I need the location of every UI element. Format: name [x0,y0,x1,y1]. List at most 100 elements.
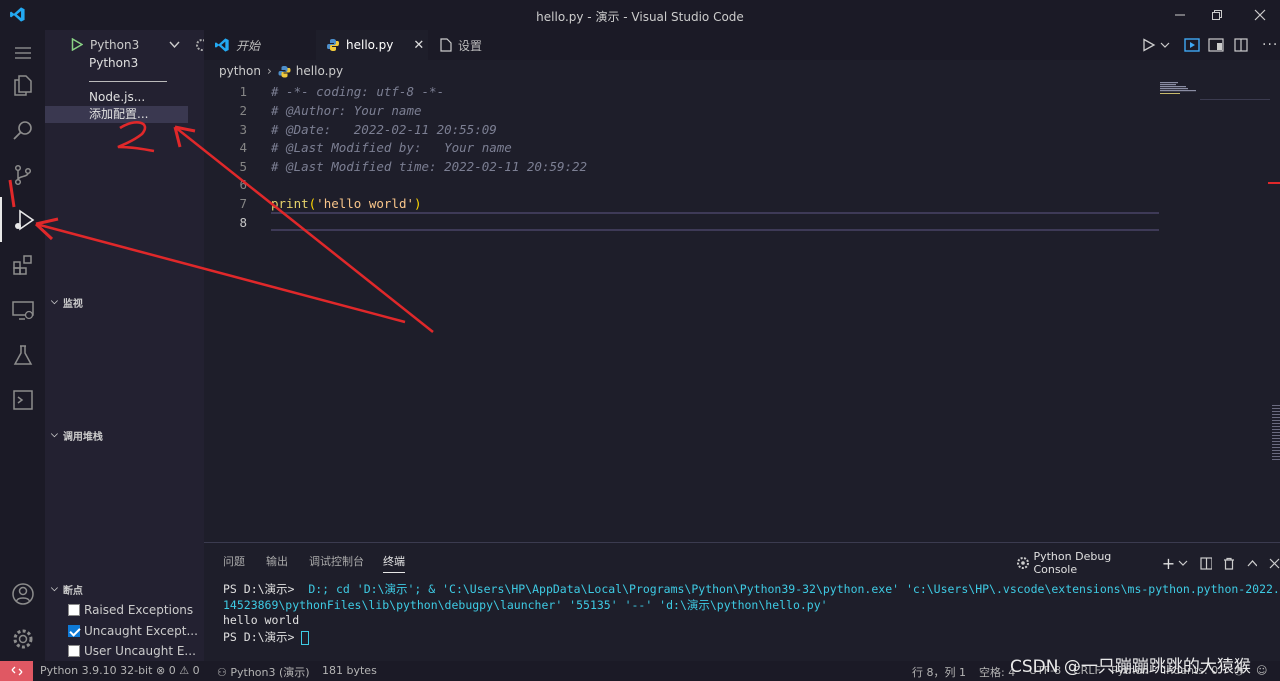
code-line: 5 # @Last Modified time: 2022-02-11 20:5… [204,157,1280,176]
line-number: 1 [239,84,247,99]
toggle-preview-icon[interactable] [1208,38,1224,52]
scrollbar-marker [1268,182,1280,184]
breadcrumb-file[interactable]: hello.py [296,64,343,78]
run-config-select[interactable]: Python3 [90,38,139,52]
tab-label: 开始 [236,38,261,53]
debug-sidebar: Python3 ⌵ 变量 ⌵ 监视 ⌵ 调用堆栈 ⌵ 断点 Raised Exc… [45,30,205,661]
run-config-dropdown: Python3 Node.js... 添加配置... [45,53,188,123]
line-number: 4 [239,140,247,155]
chevron-down-icon: ⌵ [51,430,58,440]
activity-bar [0,30,45,661]
split-editor-icon[interactable] [1234,38,1248,52]
error-count: 0 [168,664,176,677]
terminal-button[interactable] [0,377,45,422]
manage-button[interactable] [0,616,45,661]
call-stack-section-label: 调用堆栈 [62,431,103,443]
code-line: 2 # @Author: Your name [204,101,1280,120]
chevron-down-icon[interactable] [1178,558,1188,568]
close-icon[interactable] [1269,558,1280,569]
trash-icon[interactable] [1223,557,1235,570]
extensions-button[interactable] [0,242,45,287]
restore-button[interactable] [1197,0,1237,30]
vscode-icon [215,38,229,52]
breakpoint-checkbox[interactable] [68,604,80,616]
breadcrumb-folder[interactable]: python [219,64,261,78]
panel-tab-output[interactable]: 输出 [266,553,288,569]
terminal-line[interactable]: PS D:\演示> [223,629,310,645]
explorer-button[interactable] [0,62,45,107]
open-preview-icon[interactable] [1184,38,1200,52]
python-icon [278,65,291,77]
close-tab-icon[interactable]: ✕ [413,38,424,53]
tab-welcome[interactable]: 开始 [204,30,314,60]
account-icon [11,582,34,605]
panel-tab-problems[interactable]: 问题 [223,553,245,569]
cursor-position[interactable]: 行 8，列 1 [912,664,966,680]
line-text: # @Author: Your name [271,103,422,118]
chevron-right-icon: › [266,64,272,78]
search-button[interactable] [0,107,45,152]
more-actions-icon[interactable]: ··· [1262,37,1278,53]
terminal-icon [12,389,33,410]
debug-config-status[interactable]: ⚇ Python3 (演示) [217,664,310,680]
terminal-select[interactable]: Python Debug Console [1033,550,1153,576]
line-number: 8 [239,215,247,230]
breakpoint-uncaught-exceptions[interactable]: Uncaught Except... [68,621,204,641]
start-debugging-icon[interactable] [71,38,83,51]
debug-gear-icon [1017,557,1029,569]
source-control-icon [14,164,31,185]
code-line: 8 [204,213,1280,232]
watch-section-header[interactable]: ⌵ 监视 [45,291,204,313]
remote-explorer-button[interactable] [0,287,45,332]
chevron-down-icon: ⌵ [51,297,58,307]
debug-icon: ⚇ [217,666,227,679]
minimize-button[interactable] [1160,0,1200,30]
dropdown-separator [89,81,167,82]
python-interpreter[interactable]: Python 3.9.10 32-bit [40,664,152,677]
breakpoints-section-header[interactable]: ⌵ 断点 [45,578,204,600]
line-number: 3 [239,122,247,137]
feedback-icon[interactable]: ☺ [1256,664,1267,677]
problems-indicator[interactable]: ⊗ 0 ⚠ 0 [156,664,200,677]
chevron-up-icon[interactable] [1247,558,1258,569]
testing-button[interactable] [0,332,45,377]
minimap-slider[interactable] [1200,60,1270,100]
line-text: print('hello world') [271,194,422,213]
dropdown-item-add-configuration[interactable]: 添加配置... [45,106,188,123]
remote-icon [11,666,22,676]
panel-tab-terminal[interactable]: 终端 [383,553,405,573]
breakpoint-checkbox[interactable] [68,645,80,657]
tab-settings[interactable]: 设置 [430,30,540,60]
string-literal: 'hello world' [316,196,415,211]
split-terminal-icon[interactable] [1200,556,1213,570]
source-control-button[interactable] [0,152,45,197]
tab-hello-py[interactable]: hello.py ✕ [316,30,428,60]
call-stack-section-header[interactable]: ⌵ 调用堆栈 [45,424,204,446]
dropdown-item-python3[interactable]: Python3 [45,55,188,72]
terminal-line: PS D:\演示> D:; cd 'D:\演示'; & 'C:\Users\HP… [223,581,1280,597]
breakpoint-raised-exceptions[interactable]: Raised Exceptions [68,600,204,620]
hamburger-icon [14,46,31,59]
account-button[interactable] [0,571,45,616]
file-size: 181 bytes [322,664,377,677]
minimap[interactable] [1160,82,1200,94]
code-editor[interactable]: 1 # -*- coding: utf-8 -*- 2 # @Author: Y… [204,82,1280,542]
chevron-down-icon[interactable] [169,39,180,50]
dropdown-item-nodejs[interactable]: Node.js... [45,89,188,106]
watch-section-label: 监视 [62,298,83,310]
line-number: 5 [239,159,247,174]
explorer-icon [13,74,32,96]
panel-tab-debug-console[interactable]: 调试控制台 [309,553,364,569]
new-terminal-icon[interactable]: + [1162,554,1175,573]
testing-icon [13,344,32,365]
vertical-scrollbar[interactable] [1272,405,1280,460]
terminal-command: D:; cd 'D:\演示'; & 'C:\Users\HP\AppData\L… [301,582,1280,596]
breakpoint-checkbox[interactable] [68,625,80,637]
run-python-file-icon[interactable] [1142,38,1156,52]
breakpoint-user-uncaught-exceptions[interactable]: User Uncaught E... [68,641,204,661]
close-window-button[interactable] [1240,0,1280,30]
remote-indicator[interactable] [0,661,33,681]
chevron-down-icon[interactable] [1160,40,1170,50]
code-line: 4 # @Last Modified by: Your name [204,138,1280,157]
run-debug-button[interactable] [0,197,45,242]
